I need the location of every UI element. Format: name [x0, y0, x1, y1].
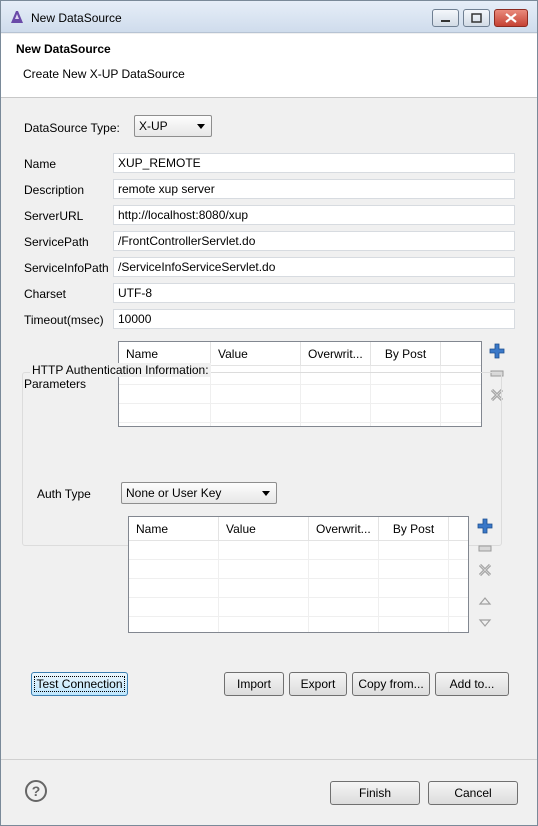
column-header-overwrite[interactable]: Overwrit...	[309, 517, 379, 541]
copy-from-button[interactable]: Copy from...	[352, 672, 430, 696]
column-header-name[interactable]: Name	[129, 517, 219, 541]
charset-label: Charset	[24, 287, 67, 301]
footer-divider	[1, 759, 537, 760]
close-button[interactable]	[494, 9, 528, 27]
import-button[interactable]: Import	[224, 672, 284, 696]
help-icon[interactable]: ?	[25, 780, 47, 802]
export-label: Export	[300, 677, 336, 691]
column-header-overwrite[interactable]: Overwrit...	[301, 342, 371, 366]
minimize-button[interactable]	[432, 9, 459, 27]
datasource-type-select[interactable]: X-UP	[134, 115, 212, 137]
cancel-button[interactable]: Cancel	[428, 781, 518, 805]
add-to-label: Add to...	[449, 677, 495, 691]
plus-icon[interactable]	[489, 343, 505, 359]
move-up-icon[interactable]	[477, 593, 493, 609]
move-down-icon[interactable]	[477, 615, 493, 631]
column-header-value[interactable]: Value	[219, 517, 309, 541]
finish-button[interactable]: Finish	[330, 781, 420, 805]
description-field[interactable]: remote xup server	[113, 179, 515, 199]
copy-from-label: Copy from...	[358, 677, 424, 691]
auth-type-value: None or User Key	[126, 486, 222, 500]
service-path-label: ServicePath	[24, 235, 89, 249]
http-auth-title: HTTP Authentication Information:	[30, 363, 211, 377]
server-url-field[interactable]: http://localhost:8080/xup	[113, 205, 515, 225]
datasource-type-value: X-UP	[139, 119, 168, 133]
page-title: New DataSource	[16, 42, 111, 56]
timeout-field[interactable]: 10000	[113, 309, 515, 329]
delete-icon[interactable]	[477, 562, 493, 578]
table-row[interactable]	[129, 598, 468, 617]
table-header: Name Value Overwrit... By Post	[129, 517, 468, 541]
chevron-down-icon	[262, 491, 270, 496]
app-icon	[9, 9, 25, 25]
column-header-by-post[interactable]: By Post	[371, 342, 441, 366]
window-title: New DataSource	[31, 11, 122, 25]
service-info-path-field[interactable]: /ServiceInfoServiceServlet.do	[113, 257, 515, 277]
table-row[interactable]	[129, 579, 468, 598]
cancel-label: Cancel	[454, 786, 492, 800]
column-header-by-post[interactable]: By Post	[379, 517, 449, 541]
plus-icon[interactable]	[477, 518, 493, 534]
maximize-button[interactable]	[463, 9, 490, 27]
wizard-header: New DataSource Create New X-UP DataSourc…	[1, 34, 537, 98]
page-subtitle: Create New X-UP DataSource	[23, 67, 185, 81]
test-connection-label: Test Connection	[34, 676, 125, 692]
datasource-type-label: DataSource Type:	[24, 121, 120, 135]
finish-label: Finish	[358, 786, 391, 800]
service-path-field[interactable]: /FrontControllerServlet.do	[113, 231, 515, 251]
test-connection-button[interactable]: Test Connection	[31, 672, 128, 696]
auth-type-label: Auth Type	[37, 487, 91, 501]
auth-type-select[interactable]: None or User Key	[121, 482, 277, 504]
description-label: Description	[24, 183, 85, 197]
server-url-label: ServerURL	[24, 209, 84, 223]
table-row[interactable]	[129, 541, 468, 560]
table-row[interactable]	[129, 560, 468, 579]
chevron-down-icon	[197, 124, 205, 129]
service-info-path-label: ServiceInfoPath	[24, 261, 109, 275]
name-label: Name	[24, 157, 57, 171]
name-field[interactable]: XUP_REMOTE	[113, 153, 515, 173]
title-bar[interactable]: New DataSource	[1, 1, 537, 33]
auth-table[interactable]: Name Value Overwrit... By Post	[128, 516, 469, 633]
edit-icon[interactable]	[477, 540, 493, 556]
charset-field[interactable]: UTF-8	[113, 283, 515, 303]
import-label: Import	[236, 677, 271, 691]
dialog-window: New DataSource New DataSource Create New…	[0, 0, 538, 826]
timeout-label: Timeout(msec)	[24, 313, 104, 327]
column-header-value[interactable]: Value	[211, 342, 301, 366]
add-to-button[interactable]: Add to...	[435, 672, 509, 696]
export-button[interactable]: Export	[289, 672, 347, 696]
